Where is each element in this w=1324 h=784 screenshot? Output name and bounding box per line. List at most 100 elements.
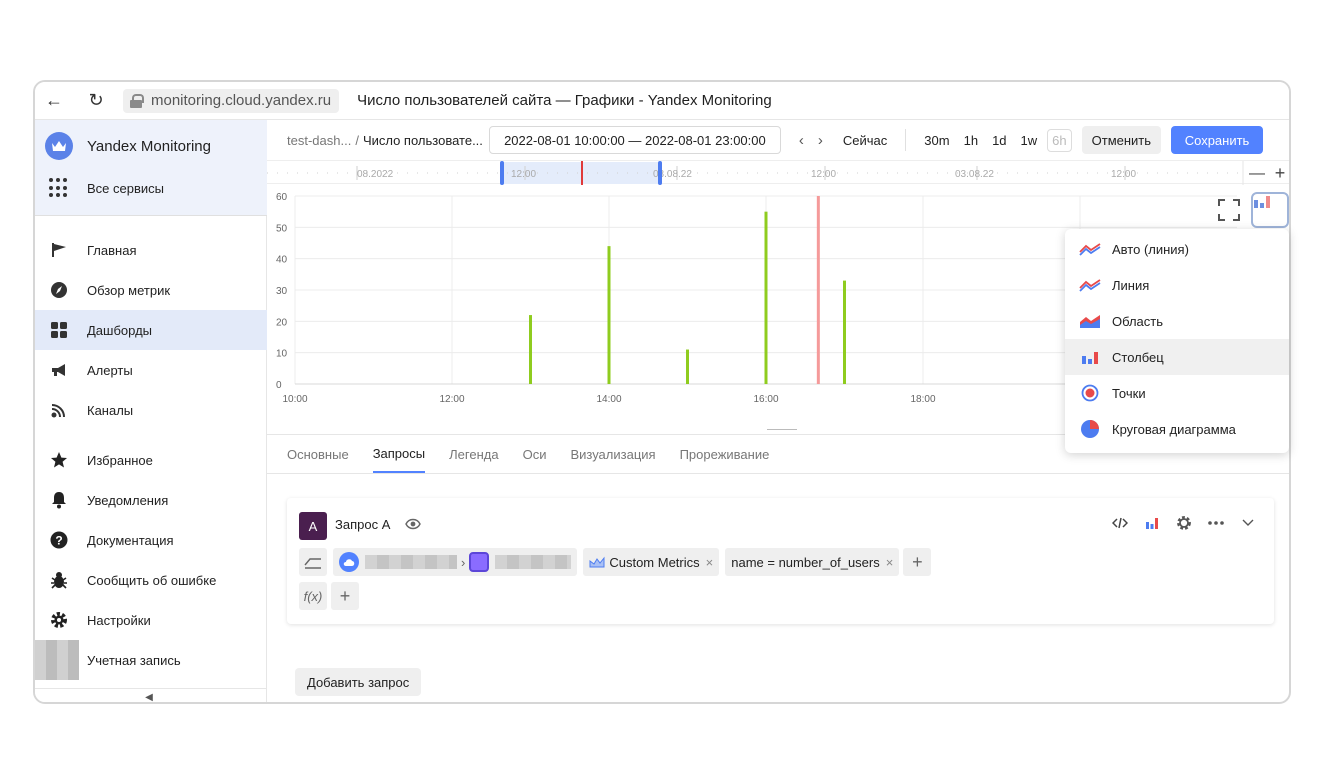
redacted-folder-name [495, 555, 572, 569]
tab-axes[interactable]: Оси [523, 435, 547, 473]
sidebar-item-home[interactable]: Главная [35, 230, 267, 270]
lock-icon [129, 93, 144, 108]
sidebar-item-metrics[interactable]: Обзор метрик [35, 270, 267, 310]
time-range-input[interactable]: 2022-08-01 10:00:00 — 2022-08-01 23:00:0… [488, 126, 781, 154]
sidebar-collapse-button[interactable]: ◀ [35, 688, 267, 702]
visualization-menu: Авто (линия) Линия Область Столбец Точки… [1065, 229, 1289, 453]
sidebar-item-account[interactable]: Учетная запись [35, 640, 267, 680]
query-title[interactable]: Запрос A [335, 517, 390, 532]
flag-icon [49, 240, 69, 260]
cloud-icon [339, 552, 359, 572]
y-tick-label: 0 [276, 380, 282, 391]
timeline-svg: 08.2022 12:00 03.08.22 12:00 03.08.22 12… [267, 161, 1286, 185]
bar-chart-icon [1079, 347, 1101, 367]
viz-option-line[interactable]: Линия [1065, 267, 1289, 303]
x-tick-label: 10:00 [282, 394, 307, 405]
period-1w-button[interactable]: 1w [1021, 133, 1038, 148]
filter-chip[interactable]: name = number_of_users × [725, 548, 900, 576]
megaphone-icon [49, 360, 69, 380]
sidebar-item-settings[interactable]: Настройки [35, 600, 267, 640]
address-bar[interactable]: monitoring.cloud.yandex.ru [123, 88, 340, 113]
add-filter-button[interactable]: + [903, 548, 932, 576]
metric-chip[interactable]: Custom Metrics × [583, 548, 720, 576]
chevron-down-icon[interactable] [1240, 514, 1256, 532]
timeline-label: 03.08.22 [955, 169, 994, 180]
zoom-out-button[interactable]: — [1249, 165, 1265, 182]
more-icon[interactable] [1208, 514, 1224, 532]
viz-option-label: Авто (линия) [1112, 241, 1189, 257]
tab-general[interactable]: Основные [287, 435, 349, 473]
browser-bar: ← ↻ monitoring.cloud.yandex.ru Число пол… [35, 82, 1289, 120]
chevron-left-icon[interactable]: ‹ [799, 132, 804, 149]
zoom-in-button[interactable]: + [1275, 163, 1286, 183]
tab-visualization[interactable]: Визуализация [570, 435, 655, 473]
now-button[interactable]: Сейчас [843, 133, 887, 148]
viz-option-auto-line[interactable]: Авто (линия) [1065, 231, 1289, 267]
period-6h-button: 6h [1047, 128, 1072, 152]
back-arrow-icon[interactable]: ← [43, 90, 65, 112]
function-button[interactable]: f(x) [299, 582, 327, 610]
metric-chip-label: Custom Metrics [609, 554, 700, 570]
redacted-cloud-name [365, 555, 457, 569]
sidebar-item-notifications[interactable]: Уведомления [35, 480, 267, 520]
chart-cursor-line [816, 196, 820, 384]
page-title: Число пользователей сайта — Графики - Ya… [357, 92, 772, 109]
sidebar-item-dashboards[interactable]: Дашборды [35, 310, 267, 350]
toolbar-divider [905, 129, 907, 151]
all-services-button[interactable]: Все сервисы [49, 178, 164, 198]
breadcrumb-chart[interactable]: Число пользовате... [363, 133, 483, 148]
bar-chart-icon[interactable] [1144, 514, 1160, 532]
sidebar-item-alerts[interactable]: Алерты [35, 350, 267, 390]
tab-downsampling[interactable]: Прореживание [680, 435, 770, 473]
viz-option-pie[interactable]: Круговая диаграмма [1065, 411, 1289, 447]
add-function-button[interactable]: + [331, 582, 359, 610]
cloud-selector[interactable]: › [333, 548, 578, 576]
visualization-type-button[interactable] [1251, 192, 1289, 228]
chart-bar [764, 211, 768, 384]
timeline-label: 12:00 [511, 169, 536, 180]
timeline-navigator[interactable]: 08.2022 12:00 03.08.22 12:00 03.08.22 12… [267, 160, 1289, 185]
brand[interactable]: Yandex Monitoring [45, 132, 211, 160]
sidebar-item-report-bug[interactable]: Сообщить об ошибке [35, 560, 267, 600]
x-tick-label: 12:00 [439, 394, 464, 405]
eye-icon[interactable] [405, 518, 421, 530]
dashboard-icon [49, 320, 69, 340]
code-icon[interactable] [1112, 514, 1128, 532]
period-1h-button[interactable]: 1h [964, 133, 978, 148]
viz-option-label: Круговая диаграмма [1112, 421, 1236, 437]
sidebar-menu: Главная Обзор метрик Дашборды Алерты Кан… [35, 230, 267, 680]
chevron-right-icon: › [461, 554, 466, 570]
sidebar-item-label: Дашборды [87, 322, 152, 338]
add-query-button[interactable]: Добавить запрос [295, 668, 422, 696]
cancel-button[interactable]: Отменить [1081, 126, 1162, 154]
viz-option-area[interactable]: Область [1065, 303, 1289, 339]
fullscreen-icon[interactable] [1217, 198, 1241, 222]
breadcrumb-dashboard[interactable]: test-dash... [287, 133, 351, 148]
reload-icon[interactable]: ↻ [85, 90, 107, 112]
sidebar-item-channels[interactable]: Каналы [35, 390, 267, 430]
compass-icon [49, 280, 69, 300]
period-1d-button[interactable]: 1d [992, 133, 1006, 148]
viz-option-label: Линия [1112, 277, 1150, 293]
gear-icon[interactable] [1176, 514, 1192, 532]
filter-chip-label: name = number_of_users [731, 554, 880, 570]
timeline-handle-right[interactable] [658, 161, 662, 185]
avatar [35, 640, 79, 680]
remove-chip-icon[interactable]: × [706, 555, 714, 570]
save-button[interactable]: Сохранить [1171, 126, 1264, 154]
viz-option-bar[interactable]: Столбец [1065, 339, 1289, 375]
sidebar-item-favorites[interactable]: Избранное [35, 440, 267, 480]
remove-chip-icon[interactable]: × [886, 555, 894, 570]
tab-queries[interactable]: Запросы [372, 435, 426, 473]
viz-option-points[interactable]: Точки [1065, 375, 1289, 411]
y-tick-label: 60 [276, 192, 288, 203]
sidebar-item-label: Главная [87, 242, 137, 258]
sidebar-item-label: Сообщить об ошибке [87, 572, 217, 588]
query-selectors: › Custom Metrics × name = number_of_user… [299, 548, 932, 576]
chevron-right-icon[interactable]: › [818, 132, 823, 149]
tab-legend[interactable]: Легенда [449, 435, 498, 473]
period-30m-button[interactable]: 30m [924, 133, 949, 148]
sidebar-item-docs[interactable]: ? Документация [35, 520, 267, 560]
query-mode-button[interactable] [299, 548, 327, 576]
timeline-handle-left[interactable] [500, 161, 504, 185]
